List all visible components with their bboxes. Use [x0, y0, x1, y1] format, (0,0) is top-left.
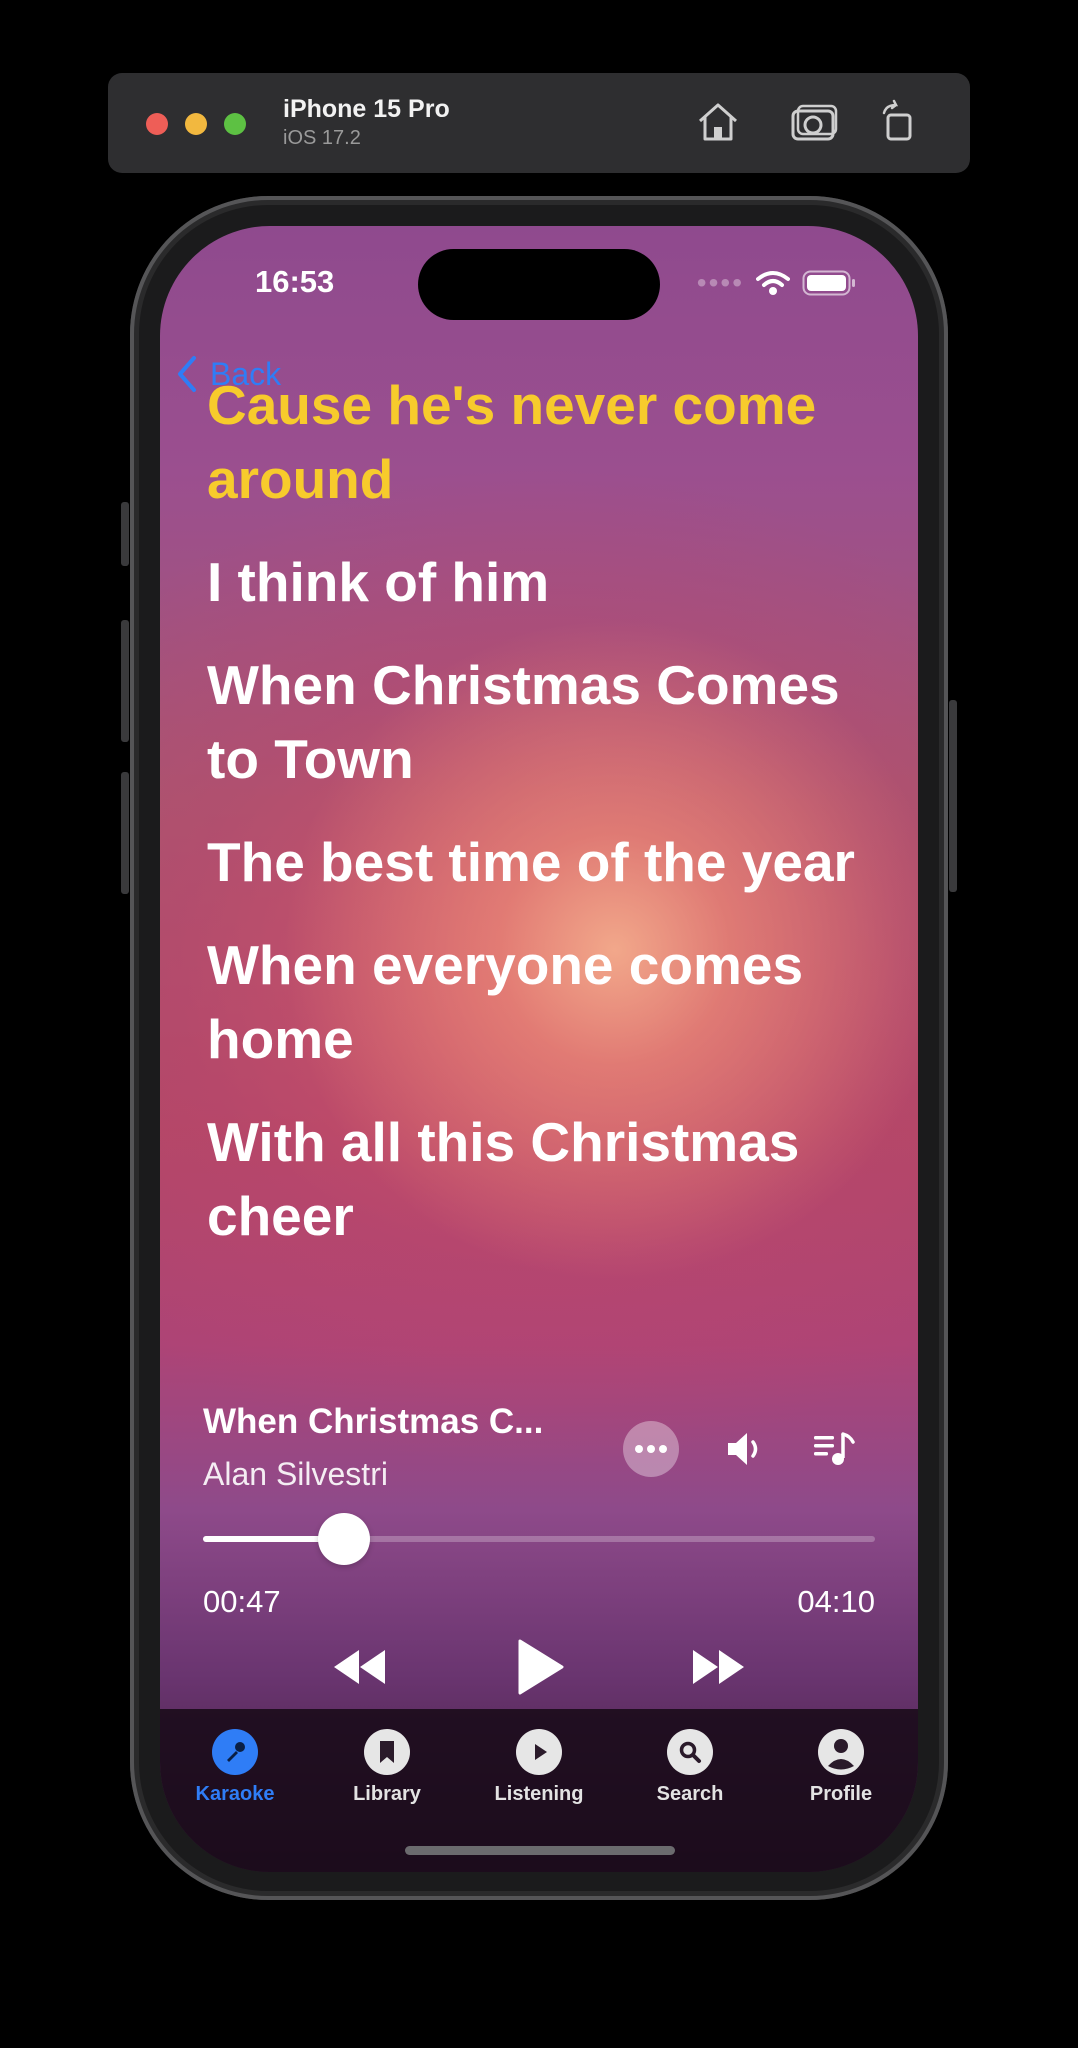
home-button[interactable]: [694, 97, 742, 147]
queue-music-icon: [814, 1432, 855, 1465]
camera-icon: [791, 104, 838, 141]
rewind-icon: [334, 1650, 385, 1684]
screenshot-button[interactable]: [789, 97, 841, 147]
lyric-line[interactable]: The best time of the year: [207, 825, 887, 899]
track-artist: Alan Silvestri: [203, 1456, 388, 1492]
ellipsis-icon: [635, 1445, 667, 1453]
total-time: 04:10: [797, 1584, 875, 1619]
close-window-button[interactable]: [146, 113, 168, 135]
rewind-button[interactable]: [330, 1642, 388, 1692]
tab-karaoke[interactable]: Karaoke: [170, 1729, 300, 1806]
play-icon: [518, 1639, 564, 1695]
elapsed-time: 00:47: [203, 1584, 281, 1619]
lyric-line[interactable]: I think of him: [207, 545, 887, 619]
fast-forward-button[interactable]: [690, 1642, 748, 1692]
tab-label: Profile: [809, 1783, 873, 1805]
tab-bar: Karaoke Library Listening Search Profile: [160, 1709, 918, 1872]
battery-icon: [802, 270, 855, 296]
tab-search[interactable]: Search: [625, 1729, 755, 1806]
minimize-window-button[interactable]: [185, 113, 207, 135]
action-button: [121, 502, 129, 566]
tab-listening[interactable]: Listening: [474, 1729, 604, 1806]
simulator-toolbar: iPhone 15 Pro iOS 17.2: [108, 73, 970, 173]
power-button: [949, 700, 957, 892]
rotate-icon: [882, 99, 912, 141]
volume-up-button: [121, 620, 129, 742]
tab-profile[interactable]: Profile: [776, 1729, 906, 1806]
fast-forward-icon: [693, 1650, 744, 1684]
search-icon: [667, 1729, 713, 1775]
lyric-line[interactable]: With all this Christmas cheer: [207, 1105, 887, 1253]
speaker-icon: [728, 1433, 758, 1465]
tab-label: Listening: [494, 1783, 584, 1805]
status-icons: ••••: [696, 267, 856, 298]
tab-label: Library: [353, 1783, 421, 1805]
status-time: 16:53: [255, 264, 335, 299]
volume-button[interactable]: [720, 1424, 770, 1474]
home-indicator[interactable]: [405, 1846, 675, 1855]
back-label: Back: [210, 355, 282, 392]
signal-dots-icon: ••••: [696, 267, 744, 298]
more-options-button[interactable]: [623, 1421, 679, 1477]
device-name: iPhone 15 Pro: [283, 95, 450, 123]
lyric-line[interactable]: When everyone comes home: [207, 928, 887, 1076]
zoom-window-button[interactable]: [224, 113, 246, 135]
play-button[interactable]: [514, 1637, 566, 1697]
wifi-icon: [756, 271, 790, 295]
bookmark-icon: [364, 1729, 410, 1775]
lyrics-list[interactable]: Cause he's never come around I think of …: [207, 368, 887, 1282]
os-version: iOS 17.2: [283, 127, 361, 149]
progress-knob[interactable]: [318, 1513, 371, 1565]
queue-button[interactable]: [810, 1424, 860, 1474]
lyric-line[interactable]: When Christmas Comes to Town: [207, 648, 887, 796]
volume-down-button: [121, 772, 129, 894]
track-title: When Christmas C...: [203, 1402, 544, 1441]
back-button[interactable]: Back: [172, 354, 281, 394]
play-circle-icon: [516, 1729, 562, 1775]
tab-library[interactable]: Library: [322, 1729, 452, 1806]
rotate-button[interactable]: [878, 97, 920, 147]
person-icon: [818, 1729, 864, 1775]
phone-screen: 16:53 •••• Back Cause he's never come ar…: [160, 226, 918, 1872]
tab-label: Karaoke: [195, 1783, 275, 1805]
dynamic-island: [418, 249, 660, 320]
tab-label: Search: [656, 1783, 724, 1805]
progress-slider[interactable]: [203, 1513, 875, 1565]
lyric-line-active[interactable]: Cause he's never come around: [207, 368, 887, 516]
home-icon: [699, 103, 737, 141]
chevron-left-icon: [178, 356, 196, 392]
microphone-icon: [212, 1729, 258, 1775]
